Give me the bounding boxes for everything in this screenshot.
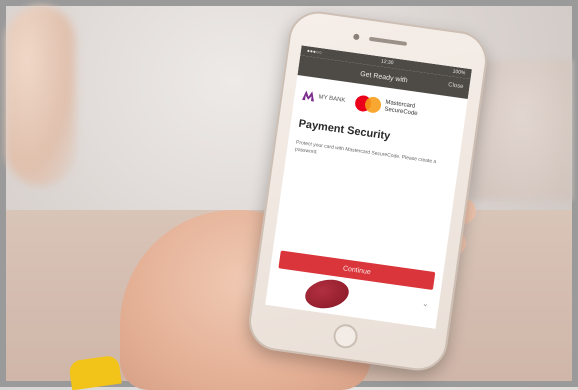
status-time: 12:30 bbox=[380, 58, 394, 67]
speaker-icon bbox=[368, 36, 408, 46]
background-blur-left bbox=[6, 6, 76, 186]
header-title: Get Ready with bbox=[359, 70, 409, 84]
bank-name: MY BANK bbox=[318, 94, 346, 104]
chevron-down-icon[interactable]: ⌄ bbox=[422, 299, 430, 309]
camera-icon bbox=[352, 33, 360, 41]
continue-button[interactable]: Continue bbox=[278, 250, 436, 290]
mastercard-logo-icon bbox=[354, 94, 382, 114]
phone-screen: ●●●○○ 12:30 100% Get Ready with Close MY… bbox=[265, 45, 472, 329]
home-button[interactable] bbox=[332, 322, 360, 350]
bank-logo: MY BANK bbox=[302, 90, 346, 106]
close-button[interactable]: Close bbox=[448, 82, 464, 90]
background-blur-right bbox=[470, 60, 572, 200]
signal-indicator: ●●●○○ bbox=[306, 48, 323, 57]
mastercard-label: Mastercard SecureCode bbox=[383, 99, 418, 118]
bank-mark-icon bbox=[302, 90, 314, 102]
battery-indicator: 100% bbox=[452, 68, 466, 77]
